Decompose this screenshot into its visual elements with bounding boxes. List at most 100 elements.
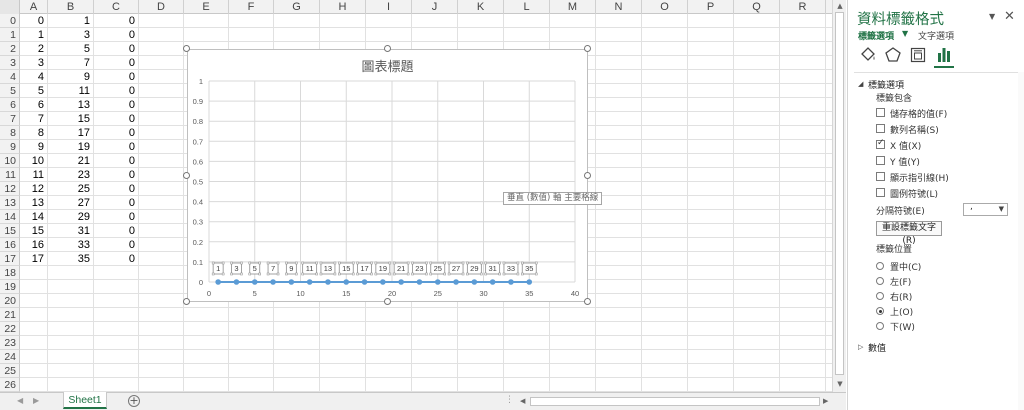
- cell[interactable]: 8: [20, 126, 48, 140]
- data-label-handle[interactable]: [370, 261, 373, 265]
- cell[interactable]: 7: [48, 56, 94, 70]
- column-header[interactable]: O: [642, 0, 688, 14]
- data-point[interactable]: [489, 279, 496, 285]
- data-label-handle[interactable]: [338, 261, 341, 265]
- data-label[interactable]: 9: [289, 264, 293, 273]
- data-label-handle[interactable]: [285, 272, 288, 276]
- checkbox[interactable]: [876, 108, 885, 117]
- data-label-handle[interactable]: [266, 261, 270, 265]
- data-label-handle[interactable]: [276, 272, 280, 276]
- data-label-handle[interactable]: [447, 272, 451, 276]
- data-label-handle[interactable]: [502, 261, 506, 265]
- cell[interactable]: 2: [20, 42, 48, 56]
- data-label-handle[interactable]: [425, 272, 428, 276]
- row-header[interactable]: 21: [0, 308, 20, 322]
- data-label-handle[interactable]: [516, 261, 520, 265]
- data-label-handle[interactable]: [429, 261, 432, 265]
- cell[interactable]: 11: [48, 84, 94, 98]
- cell[interactable]: 1: [48, 14, 94, 28]
- cell[interactable]: 35: [48, 252, 94, 266]
- scroll-left-icon[interactable]: ◀: [520, 396, 525, 407]
- data-label-handle[interactable]: [301, 272, 304, 276]
- row-header[interactable]: 16: [0, 238, 20, 252]
- row-header[interactable]: 13: [0, 196, 20, 210]
- cell[interactable]: 10: [20, 154, 48, 168]
- chart-resize-handle-bl[interactable]: [183, 298, 190, 305]
- data-label[interactable]: 29: [470, 264, 478, 273]
- cell[interactable]: 27: [48, 196, 94, 210]
- data-point[interactable]: [233, 279, 240, 285]
- column-header[interactable]: K: [458, 0, 504, 14]
- column-header[interactable]: B: [48, 0, 94, 14]
- cell[interactable]: 1: [20, 28, 48, 42]
- data-label[interactable]: 31: [488, 264, 496, 273]
- cell[interactable]: 0: [94, 154, 139, 168]
- column-header[interactable]: F: [229, 0, 274, 14]
- effects-pentagon-icon[interactable]: [884, 46, 902, 64]
- data-label-handle[interactable]: [240, 272, 243, 276]
- cell[interactable]: 0: [94, 196, 139, 210]
- chart-resize-handle-tl[interactable]: [183, 45, 190, 52]
- data-point[interactable]: [526, 279, 533, 285]
- row-header[interactable]: 24: [0, 350, 20, 364]
- row-header[interactable]: 10: [0, 154, 20, 168]
- checkbox[interactable]: [876, 188, 885, 197]
- data-label-handle[interactable]: [502, 272, 506, 276]
- data-label[interactable]: 17: [360, 264, 368, 273]
- data-label-handle[interactable]: [484, 261, 487, 265]
- cell[interactable]: 3: [20, 56, 48, 70]
- cell[interactable]: 14: [20, 210, 48, 224]
- column-header[interactable]: N: [596, 0, 642, 14]
- data-label-handle[interactable]: [276, 261, 280, 265]
- cell[interactable]: 0: [94, 140, 139, 154]
- tab-splitter-icon[interactable]: ⋮: [505, 395, 514, 405]
- data-point[interactable]: [361, 279, 368, 285]
- radio-button[interactable]: [876, 262, 884, 270]
- label-options-bar-chart-icon[interactable]: [935, 46, 953, 64]
- data-label-handle[interactable]: [388, 272, 392, 276]
- row-header[interactable]: 0: [0, 14, 20, 28]
- data-label-handle[interactable]: [315, 261, 318, 265]
- radio-button[interactable]: [876, 322, 884, 330]
- data-label[interactable]: 15: [342, 264, 350, 273]
- cell[interactable]: 4: [20, 70, 48, 84]
- data-label-handle[interactable]: [352, 261, 355, 265]
- data-label[interactable]: 23: [415, 264, 423, 273]
- prev-sheet-icon[interactable]: ◀: [17, 396, 23, 405]
- next-sheet-icon[interactable]: ▶: [33, 396, 39, 405]
- column-header[interactable]: L: [504, 0, 550, 14]
- scroll-down-icon[interactable]: ▼: [835, 379, 845, 389]
- data-label-handle[interactable]: [240, 261, 243, 265]
- cell[interactable]: 0: [94, 182, 139, 196]
- data-label-handle[interactable]: [356, 261, 359, 265]
- data-label-handle[interactable]: [230, 272, 233, 276]
- data-label-handle[interactable]: [258, 272, 261, 276]
- row-header[interactable]: 15: [0, 224, 20, 238]
- column-header[interactable]: G: [274, 0, 320, 14]
- data-label-handle[interactable]: [535, 272, 538, 276]
- chart-resize-handle-r[interactable]: [584, 172, 591, 179]
- cell[interactable]: 0: [94, 238, 139, 252]
- data-label-handle[interactable]: [211, 261, 215, 265]
- data-point[interactable]: [380, 279, 386, 285]
- cell[interactable]: 31: [48, 224, 94, 238]
- separator-select[interactable]: , ▼: [963, 202, 1008, 216]
- data-point[interactable]: [270, 279, 276, 285]
- chart-plot-area[interactable]: 00.10.20.30.40.50.60.70.80.910 5 10 15 20 25 3…: [188, 50, 589, 303]
- data-label-handle[interactable]: [333, 272, 337, 276]
- cell[interactable]: 5: [20, 84, 48, 98]
- row-header[interactable]: 11: [0, 168, 20, 182]
- data-label-handle[interactable]: [484, 272, 487, 276]
- radio-label[interactable]: 上(O): [890, 305, 913, 318]
- tab-label-options[interactable]: 標籤選項: [858, 29, 894, 42]
- cell[interactable]: 9: [48, 70, 94, 84]
- data-label-handle[interactable]: [266, 272, 270, 276]
- data-label-handle[interactable]: [498, 261, 501, 265]
- data-label[interactable]: 21: [397, 264, 405, 273]
- cell[interactable]: 0: [94, 210, 139, 224]
- radio-button[interactable]: [876, 307, 884, 315]
- cell[interactable]: 12: [20, 182, 48, 196]
- scroll-right-icon[interactable]: ▶: [823, 396, 828, 407]
- cell[interactable]: 29: [48, 210, 94, 224]
- data-label[interactable]: 27: [452, 264, 460, 273]
